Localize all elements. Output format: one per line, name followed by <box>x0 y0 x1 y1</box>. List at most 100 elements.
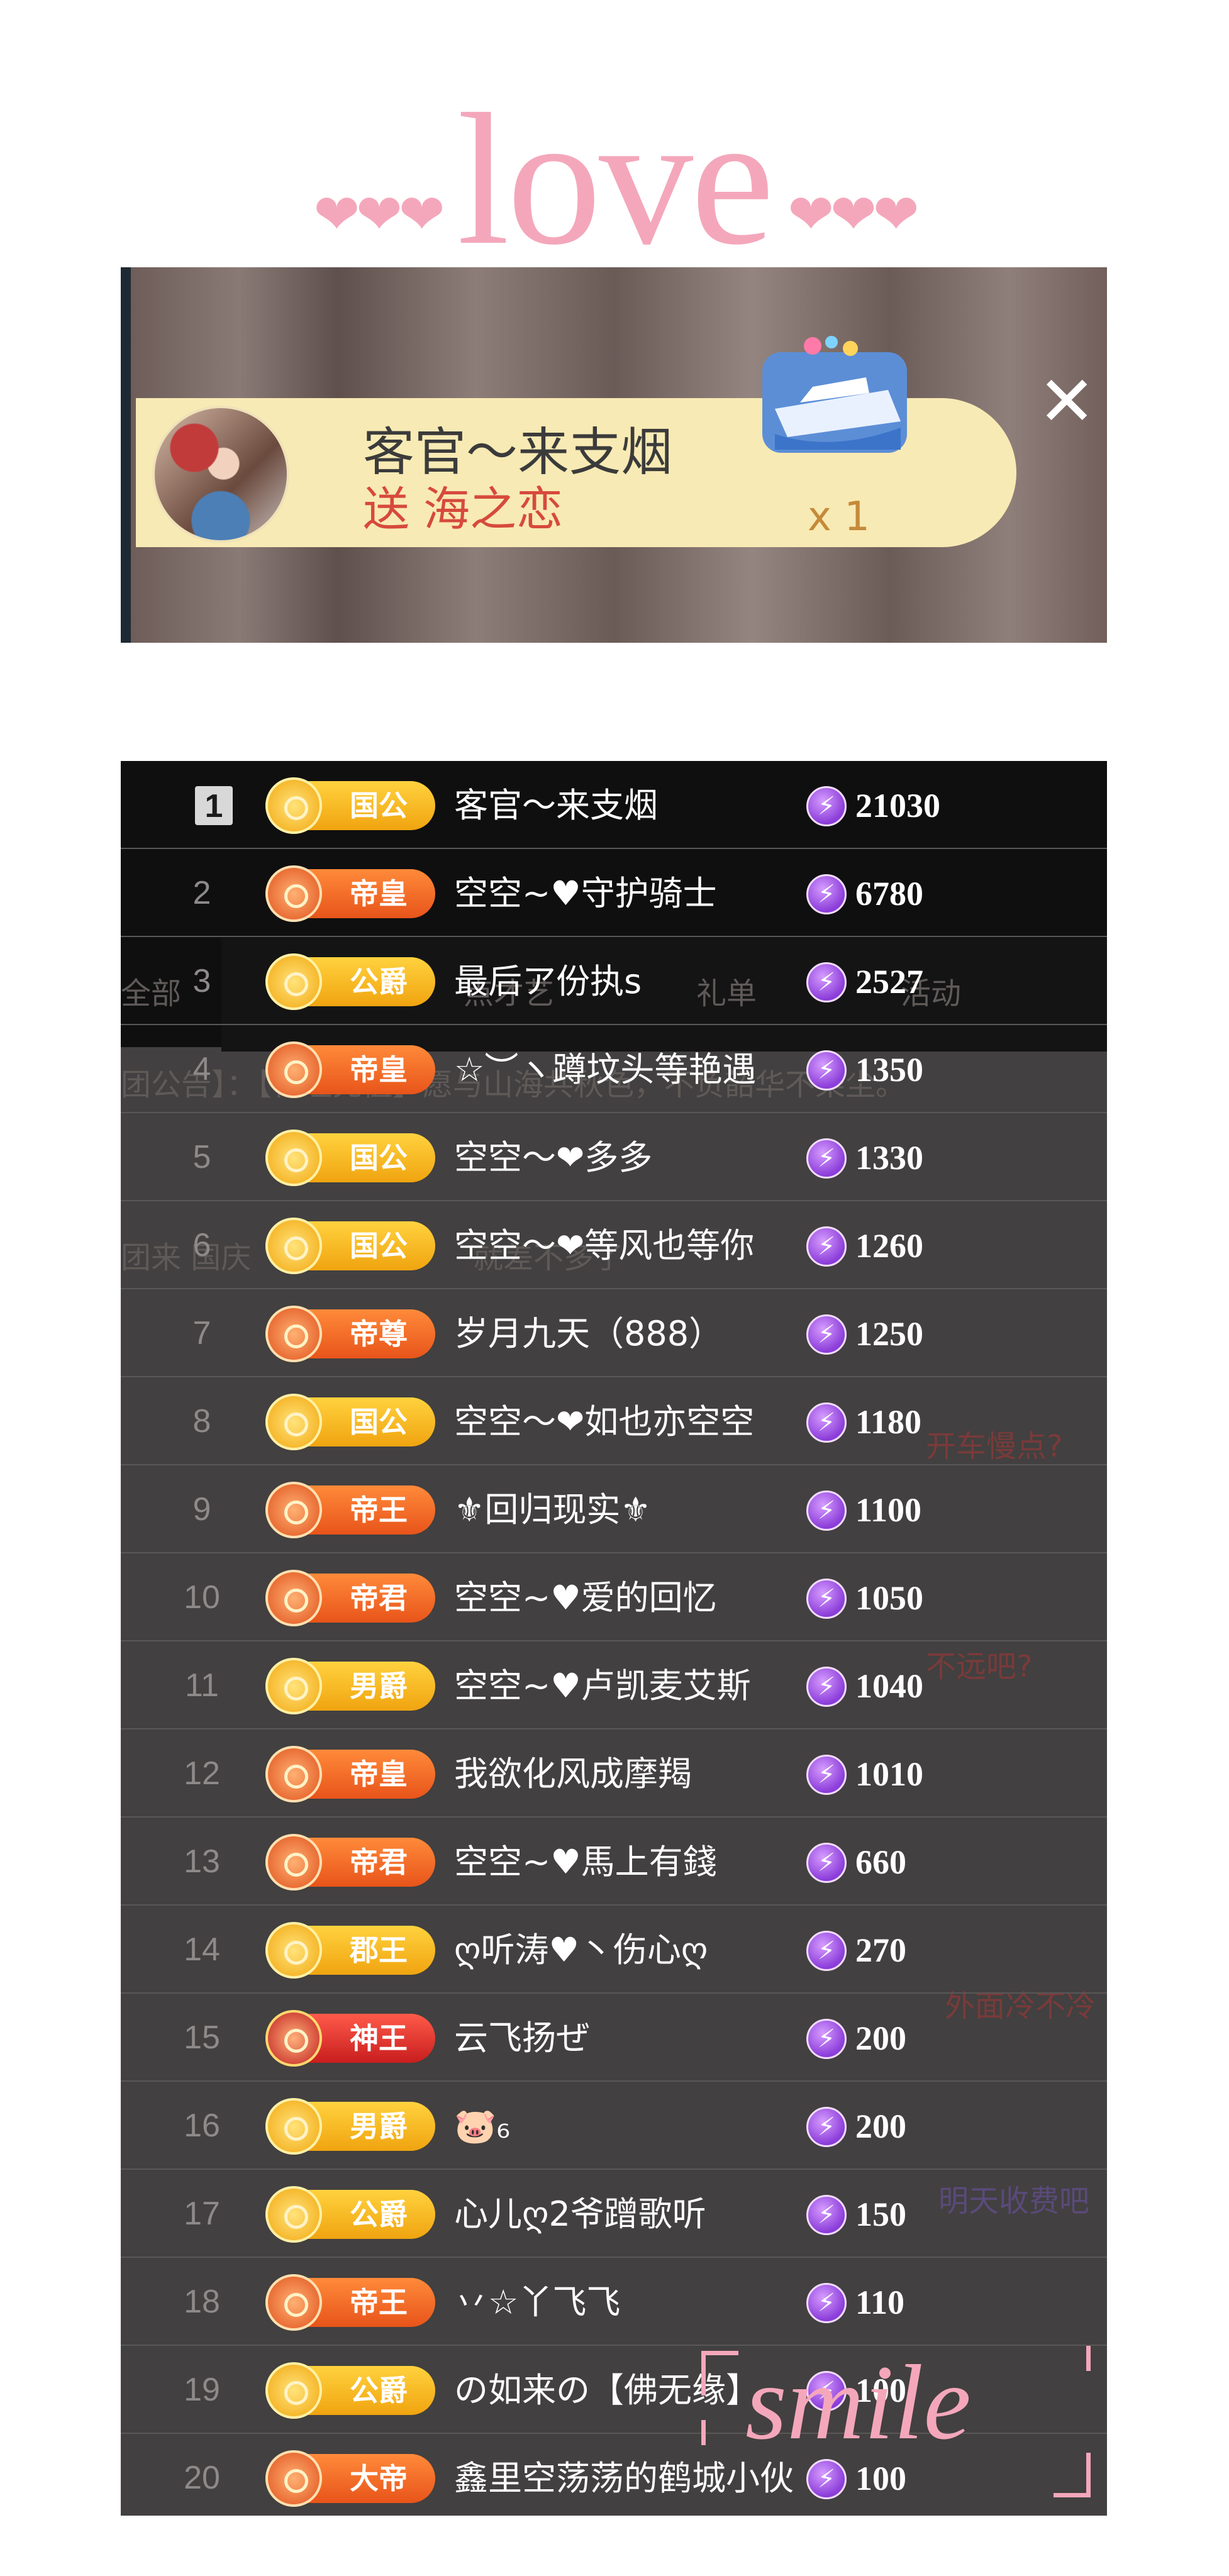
level-badge: 帝君 <box>265 1834 435 1890</box>
lightning-coin-icon <box>806 2283 847 2323</box>
level-badge: 男爵 <box>265 2098 435 2155</box>
lightning-coin-icon <box>806 1843 847 1883</box>
contribution-score: 660 <box>855 1843 906 1881</box>
user-name[interactable]: ღ听涛♥丶伤心ღ <box>454 1927 708 1974</box>
lightning-coin-icon <box>806 1931 847 1971</box>
level-title: 大帝 <box>350 2462 408 2496</box>
lightning-coin-icon <box>806 1667 847 1707</box>
level-emblem-icon <box>265 2186 322 2243</box>
ranking-row[interactable]: 15 神王 云飞扬ぜ 200 <box>121 1994 1107 2082</box>
level-title: 公爵 <box>350 2197 408 2231</box>
level-badge: 公爵 <box>265 2362 435 2419</box>
rank-number: 7 <box>192 1315 211 1352</box>
user-name[interactable]: ☆︶ヽ蹲坟头等艳遇 <box>454 1046 756 1093</box>
ranking-row[interactable]: 17 公爵 心儿ღ2爷蹭歌听 150 <box>121 2170 1107 2258</box>
user-name[interactable]: 心儿ღ2爷蹭歌听 <box>454 2191 706 2238</box>
user-name[interactable]: 岁月九天（888） <box>454 1311 723 1357</box>
user-name[interactable]: 空空~♥馬上有錢 <box>454 1839 717 1885</box>
level-title: 帝王 <box>350 1493 408 1527</box>
lightning-coin-icon <box>806 1491 847 1531</box>
rank-number: 20 <box>184 2460 220 2496</box>
level-badge: 国公 <box>265 777 435 834</box>
ranking-row[interactable]: 18 帝王 丷☆丫飞飞 110 <box>121 2258 1107 2346</box>
ranking-row[interactable]: 2 帝皇 空空~♥守护骑士 6780 <box>121 849 1107 937</box>
contribution-score: 1350 <box>855 1051 923 1089</box>
sender-avatar[interactable] <box>152 406 289 543</box>
level-emblem-icon <box>265 1041 322 1098</box>
ranking-row[interactable]: 12 帝皇 我欲化风成摩羯 1010 <box>121 1729 1107 1818</box>
level-emblem-icon <box>265 2274 322 2331</box>
level-title: 帝君 <box>350 1581 408 1615</box>
user-name[interactable]: 云飞扬ぜ <box>454 2015 590 2062</box>
ranking-row[interactable]: 3 公爵 最后ア份执s 2527 <box>121 937 1107 1025</box>
ranking-row[interactable]: 13 帝君 空空~♥馬上有錢 660 <box>121 1818 1107 1906</box>
lightning-coin-icon <box>806 786 847 826</box>
bracket-bottom-right <box>1054 2453 1091 2497</box>
user-name[interactable]: 空空~♥守护骑士 <box>454 870 717 917</box>
lightning-coin-icon <box>806 1579 847 1619</box>
ranking-row[interactable]: 1 国公 客官～来支烟 21030 <box>121 761 1107 849</box>
ranking-row[interactable]: 10 帝君 空空~♥爱的回忆 1050 <box>121 1553 1107 1641</box>
rank-number: 9 <box>192 1491 211 1528</box>
lightning-coin-icon <box>806 1402 847 1443</box>
level-badge: 帝王 <box>265 1482 435 1538</box>
yacht-gift-icon <box>762 336 907 453</box>
ranking-row[interactable]: 11 男爵 空空~♥卢凯麦艾斯 1040 <box>121 1641 1107 1729</box>
ranking-row[interactable]: 7 帝尊 岁月九天（888） 1250 <box>121 1289 1107 1377</box>
smile-text: smile <box>745 2343 971 2462</box>
gift-sender-name[interactable]: 客官～来支烟 <box>363 425 672 481</box>
level-title: 神王 <box>350 2021 408 2055</box>
user-name[interactable]: 空空～❤如也亦空空 <box>454 1399 754 1445</box>
love-text: love <box>457 75 775 284</box>
ranking-row[interactable]: 5 国公 空空～❤多多 1330 <box>121 1113 1107 1201</box>
level-title: 帝皇 <box>350 1053 408 1087</box>
contribution-score: 1100 <box>855 1491 922 1529</box>
level-badge: 帝皇 <box>265 865 435 922</box>
level-emblem-icon <box>265 1834 322 1890</box>
close-icon[interactable]: ✕ <box>1038 367 1096 436</box>
ranking-row[interactable]: 6 国公 空空～❤等风也等你 1260 <box>121 1201 1107 1289</box>
ranking-row[interactable]: 16 男爵 🐷₆ 200 <box>121 2082 1107 2170</box>
level-badge: 国公 <box>265 1130 435 1186</box>
ranking-row[interactable]: 9 帝王 ⚜回归现实⚜ 1100 <box>121 1465 1107 1553</box>
contribution-score: 1180 <box>855 1403 922 1441</box>
level-badge: 帝皇 <box>265 1746 435 1802</box>
user-name[interactable]: 🐷₆ <box>454 2103 510 2150</box>
level-emblem-icon <box>265 1482 322 1538</box>
ranking-panel: 全部 聊天 点才艺 礼单 活动 团公告】：【代理充值】愿与山海共秋色，不负韶华不… <box>121 761 1107 2516</box>
level-emblem-icon <box>265 2362 322 2419</box>
level-title: 帝皇 <box>350 1757 408 1791</box>
ranking-row[interactable]: 14 郡王 ღ听涛♥丶伤心ღ 270 <box>121 1906 1107 1994</box>
level-badge: 男爵 <box>265 1658 435 1714</box>
user-name[interactable]: ⚜回归现实⚜ <box>454 1487 651 1533</box>
bracket-top-left <box>701 2351 738 2396</box>
rank-number: 15 <box>184 2019 220 2056</box>
gift-action-text: 送 <box>363 482 409 536</box>
rank-number: 4 <box>192 1051 211 1087</box>
user-name[interactable]: 客官～来支烟 <box>454 782 658 829</box>
level-emblem-icon <box>265 2098 322 2155</box>
contribution-score: 200 <box>855 2107 906 2145</box>
user-name[interactable]: 我欲化风成摩羯 <box>454 1751 692 1797</box>
ranking-row[interactable]: 8 国公 空空～❤如也亦空空 1180 <box>121 1377 1107 1465</box>
level-title: 国公 <box>350 1229 408 1263</box>
panel-edge <box>121 267 131 643</box>
lightning-coin-icon <box>806 2019 847 2059</box>
gift-description: 送海之恋 <box>363 484 577 535</box>
user-name[interactable]: 空空~♥卢凯麦艾斯 <box>454 1663 751 1709</box>
ranking-row[interactable]: 4 帝皇 ☆︶ヽ蹲坟头等艳遇 1350 <box>121 1025 1107 1113</box>
love-title-decoration: ❤❤❤ love ❤❤❤ <box>0 75 1229 284</box>
user-name[interactable]: 丷☆丫飞飞 <box>454 2279 620 2326</box>
contribution-score: 21030 <box>855 787 940 824</box>
contribution-score: 110 <box>855 2284 905 2321</box>
contribution-score: 1260 <box>855 1227 923 1265</box>
lightning-coin-icon <box>806 1050 847 1091</box>
user-name[interactable]: 空空～❤等风也等你 <box>454 1223 754 1269</box>
level-emblem-icon <box>265 777 322 834</box>
user-name[interactable]: 空空~♥爱的回忆 <box>454 1575 717 1621</box>
level-emblem-icon <box>265 1658 322 1714</box>
user-name[interactable]: 空空～❤多多 <box>454 1135 652 1181</box>
user-name[interactable]: 最后ア份执s <box>454 958 642 1005</box>
level-emblem-icon <box>265 865 322 922</box>
hearts-left-decoration: ❤❤❤ <box>313 182 445 247</box>
